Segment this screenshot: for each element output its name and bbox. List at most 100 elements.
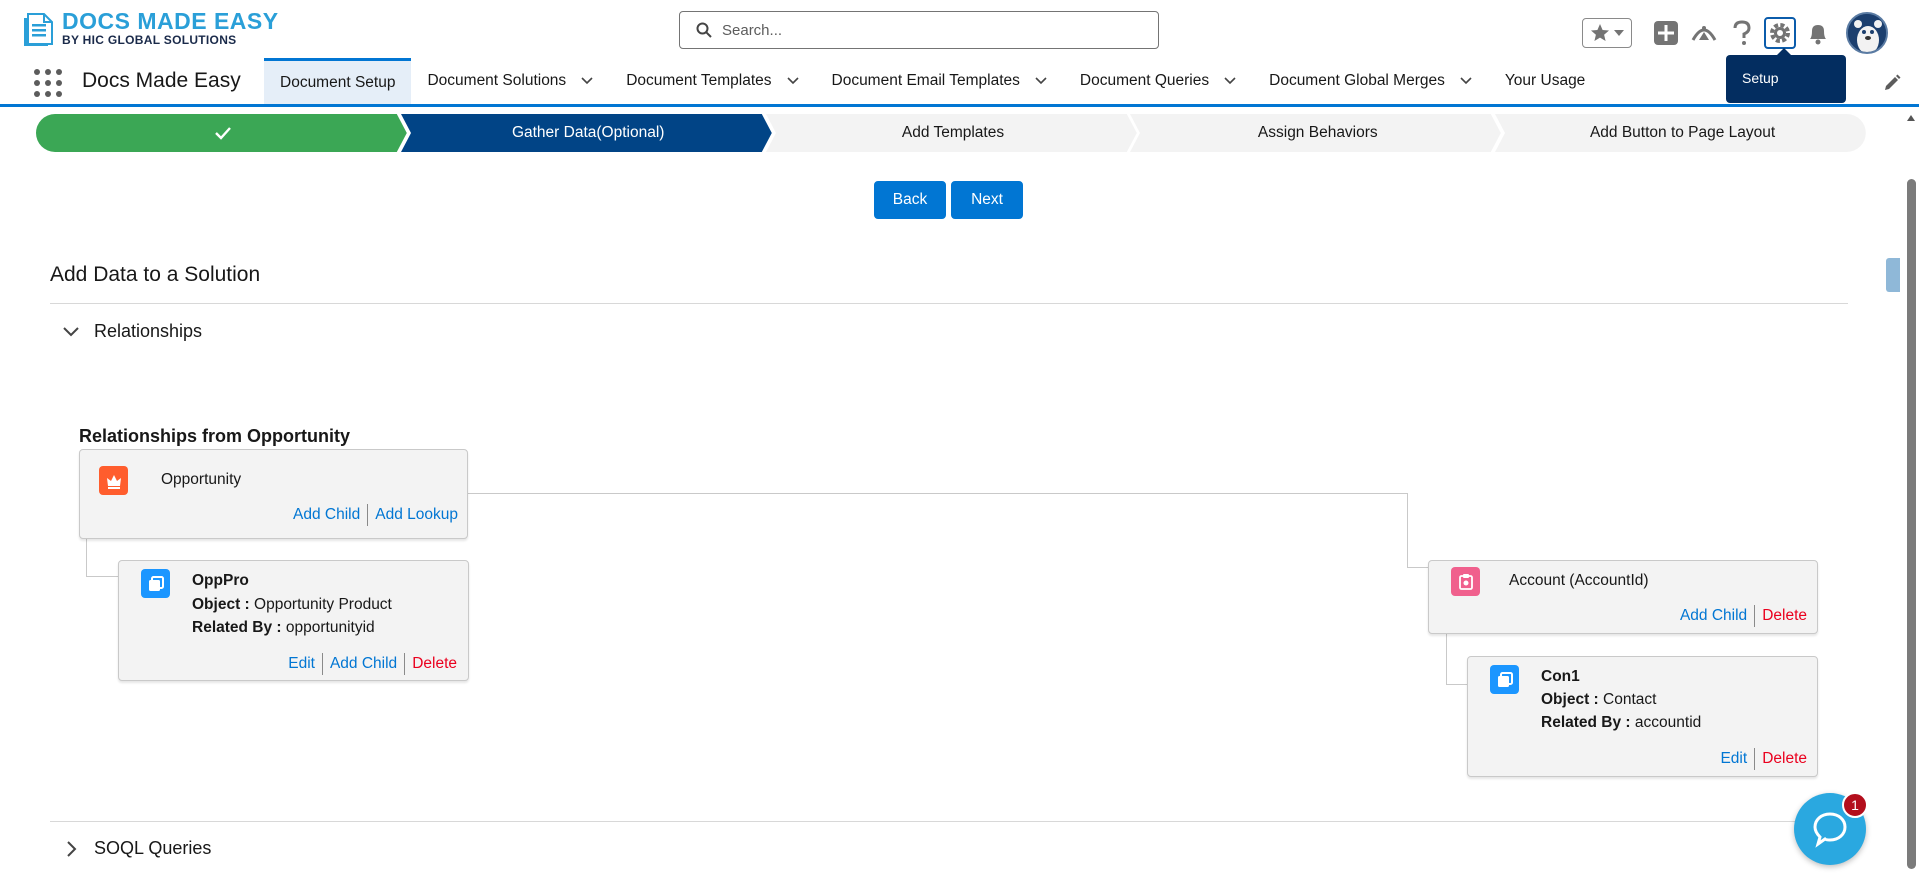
separator bbox=[1754, 748, 1756, 770]
tab-document-queries[interactable]: Document Queries bbox=[1064, 58, 1253, 104]
opportunity-node-card: Opportunity Add Child Add Lookup bbox=[79, 449, 468, 539]
soql-queries-accordion[interactable]: SOQL Queries bbox=[62, 838, 211, 859]
delete-link[interactable]: Delete bbox=[412, 655, 457, 673]
delete-link[interactable]: Delete bbox=[1762, 607, 1807, 625]
opportunity-icon bbox=[99, 466, 128, 495]
object-value: Contact bbox=[1603, 691, 1657, 708]
favorites-button[interactable] bbox=[1582, 18, 1632, 48]
divider bbox=[50, 821, 1848, 822]
chevron-down-icon bbox=[63, 326, 79, 336]
tab-label: Document Global Merges bbox=[1269, 72, 1445, 89]
star-icon bbox=[1590, 24, 1609, 41]
chevron-down-icon[interactable] bbox=[580, 74, 594, 88]
chevron-down-icon[interactable] bbox=[1034, 74, 1048, 88]
chat-bubble-icon bbox=[1813, 812, 1847, 848]
global-actions-button[interactable] bbox=[1650, 17, 1682, 49]
edit-link[interactable]: Edit bbox=[1720, 750, 1747, 768]
add-child-link[interactable]: Add Child bbox=[293, 506, 360, 524]
add-icon bbox=[1654, 21, 1678, 45]
tab-label: Document Templates bbox=[626, 72, 772, 89]
path-step-4[interactable]: Assign Behaviors bbox=[1130, 114, 1505, 152]
document-logo-icon bbox=[24, 13, 53, 46]
global-search[interactable] bbox=[679, 11, 1159, 49]
tab-document-email-templates[interactable]: Document Email Templates bbox=[816, 58, 1064, 104]
node-title: OppPro bbox=[192, 572, 249, 589]
tab-document-setup[interactable]: Document Setup bbox=[264, 58, 412, 104]
node-title: Opportunity bbox=[161, 471, 242, 488]
path-step-3[interactable]: Add Templates bbox=[765, 114, 1141, 152]
delete-link[interactable]: Delete bbox=[1762, 750, 1807, 768]
path-step-label: Gather Data(Optional) bbox=[511, 124, 665, 141]
related-by-value: accountid bbox=[1634, 714, 1702, 731]
node-title: Account (AccountId) bbox=[1509, 572, 1649, 589]
scrollbar-thumb[interactable] bbox=[1907, 179, 1916, 869]
related-by-label: Related By : bbox=[1541, 714, 1631, 731]
edit-link[interactable]: Edit bbox=[288, 655, 315, 673]
separator bbox=[1754, 605, 1756, 627]
connector-line bbox=[86, 576, 118, 577]
edit-nav-icon[interactable] bbox=[1883, 74, 1901, 92]
scroll-up-icon[interactable] bbox=[1906, 113, 1916, 123]
tab-document-templates[interactable]: Document Templates bbox=[610, 58, 815, 104]
object-label: Object : bbox=[1541, 691, 1599, 708]
custom-object-icon bbox=[141, 569, 170, 598]
chevron-down-icon[interactable] bbox=[1613, 27, 1625, 39]
connector-line bbox=[1407, 493, 1408, 568]
tab-label: Document Email Templates bbox=[831, 72, 1020, 89]
app-launcher-icon[interactable] bbox=[34, 69, 62, 97]
logo-title: DOCS MADE EASY bbox=[62, 8, 279, 34]
object-line: Object : Opportunity Product bbox=[192, 596, 392, 614]
page-scrollbar[interactable] bbox=[1903, 107, 1919, 887]
search-icon bbox=[696, 22, 712, 38]
logo-subtitle: BY HIC GLOBAL SOLUTIONS bbox=[62, 33, 237, 47]
chevron-down-icon[interactable] bbox=[786, 74, 800, 88]
check-icon bbox=[215, 127, 232, 140]
related-by-value: opportunityid bbox=[285, 619, 375, 636]
connector-line bbox=[1446, 633, 1447, 685]
object-label: Object : bbox=[192, 596, 250, 613]
related-by-label: Related By : bbox=[192, 619, 282, 636]
opppro-node-card: OppPro Object : Opportunity Product Rela… bbox=[118, 560, 469, 681]
relationships-heading: Relationships from Opportunity bbox=[79, 426, 351, 446]
add-child-link[interactable]: Add Child bbox=[1680, 607, 1747, 625]
connector-line bbox=[468, 493, 1408, 494]
relationships-accordion[interactable]: Relationships bbox=[62, 321, 202, 342]
separator bbox=[321, 653, 323, 675]
trailhead-button[interactable] bbox=[1688, 17, 1720, 49]
side-panel-handle[interactable] bbox=[1886, 258, 1900, 292]
path-step-label: Add Button to Page Layout bbox=[1589, 124, 1776, 141]
setup-button[interactable] bbox=[1764, 17, 1796, 49]
avatar[interactable] bbox=[1846, 12, 1888, 54]
separator bbox=[404, 653, 406, 675]
account-node-card: Account (AccountId) Add Child Delete bbox=[1428, 560, 1818, 634]
tab-label: Your Usage bbox=[1504, 72, 1586, 89]
page-title: Add Data to a Solution bbox=[50, 263, 261, 286]
docs-made-easy-logo[interactable]: DOCS MADE EASY BY HIC GLOBAL SOLUTIONS bbox=[18, 8, 279, 48]
nav-tabs: Document Setup Document Solutions Document… bbox=[264, 58, 1601, 104]
tab-document-global-merges[interactable]: Document Global Merges bbox=[1253, 58, 1489, 104]
chevron-down-icon[interactable] bbox=[1459, 74, 1473, 88]
search-input[interactable] bbox=[722, 21, 1142, 39]
chevron-down-icon[interactable] bbox=[1223, 74, 1237, 88]
node-title: Con1 bbox=[1541, 668, 1580, 685]
notifications-button[interactable] bbox=[1802, 17, 1834, 49]
path-step-5[interactable]: Add Button to Page Layout bbox=[1495, 114, 1870, 152]
next-button[interactable]: Next bbox=[951, 181, 1023, 219]
add-lookup-link[interactable]: Add Lookup bbox=[375, 506, 458, 524]
tab-your-usage[interactable]: Your Usage bbox=[1489, 58, 1601, 104]
help-button[interactable] bbox=[1726, 17, 1758, 49]
soql-queries-label: SOQL Queries bbox=[94, 838, 212, 858]
separator bbox=[367, 504, 369, 526]
chat-badge: 1 bbox=[1842, 792, 1868, 818]
account-icon bbox=[1451, 567, 1480, 596]
path-step-2[interactable]: Gather Data(Optional) bbox=[400, 114, 776, 152]
gear-icon bbox=[1770, 23, 1790, 43]
add-child-link[interactable]: Add Child bbox=[330, 655, 397, 673]
path-step-1[interactable] bbox=[36, 114, 411, 152]
path-step-label: Assign Behaviors bbox=[1257, 124, 1378, 141]
back-button[interactable]: Back bbox=[874, 181, 946, 219]
relationships-label: Relationships bbox=[94, 321, 203, 341]
tab-document-solutions[interactable]: Document Solutions bbox=[411, 58, 610, 104]
custom-object-icon bbox=[1490, 665, 1519, 694]
tab-label: Document Setup bbox=[280, 73, 396, 91]
